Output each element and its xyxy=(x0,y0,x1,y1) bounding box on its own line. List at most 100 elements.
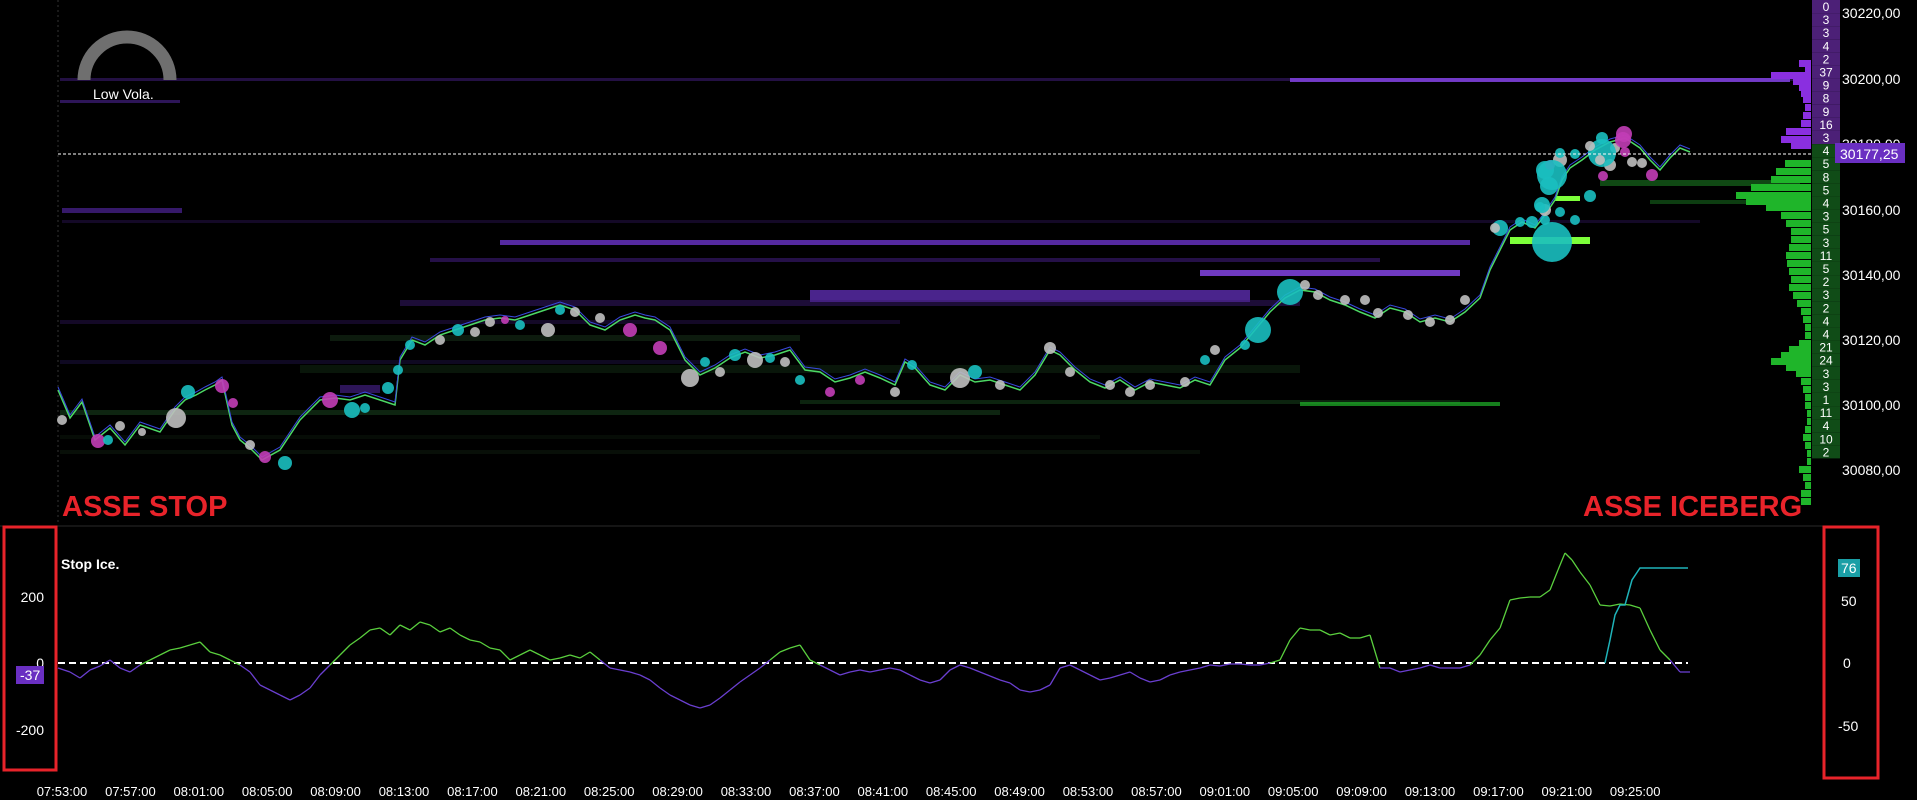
trade-bubble xyxy=(1180,377,1190,387)
heat-band xyxy=(400,300,1300,306)
depth-count-label: 1 xyxy=(1823,393,1830,407)
stop-line-segment xyxy=(619,669,631,673)
depth-bar xyxy=(1791,236,1811,243)
trade-bubble xyxy=(278,456,292,470)
heat-band xyxy=(300,365,1300,373)
stop-line-segment xyxy=(279,694,291,701)
trade-bubble xyxy=(653,341,667,355)
last-price-value: 30177,25 xyxy=(1840,146,1899,162)
trade-bubble xyxy=(1425,317,1435,327)
last-price-badge: 30177,25 xyxy=(1835,143,1905,163)
time-axis[interactable]: 07:53:00 07:57:00 08:01:00 08:05:00 08:09:00… xyxy=(37,784,1661,799)
stop-line-segment xyxy=(1499,599,1511,629)
main-price-panel[interactable]: Low Vola. ASSE STOP ASSE ICEBERG 0334237… xyxy=(0,0,1905,527)
price-tick-label: 30200,00 xyxy=(1842,71,1901,87)
stop-iceberg-panel[interactable]: Stop Ice. 200 0 -200 -37 76 50 0 -50 xyxy=(2,525,1880,780)
depth-count-label: 5 xyxy=(1823,157,1830,171)
depth-count-label: 8 xyxy=(1823,92,1830,106)
depth-bar xyxy=(1797,300,1811,307)
stop-line-segment xyxy=(129,664,141,673)
depth-bar xyxy=(1805,332,1811,339)
time-tick-label: 08:57:00 xyxy=(1131,784,1182,799)
stop-line-segment xyxy=(299,687,311,696)
trade-bubble xyxy=(1445,315,1455,325)
trade-bubble xyxy=(555,305,565,315)
depth-bar xyxy=(1801,308,1811,315)
stop-line-segment xyxy=(559,654,571,659)
trade-bubble xyxy=(1570,215,1580,225)
depth-bar xyxy=(1805,482,1811,489)
depth-bar xyxy=(1766,204,1811,211)
depth-count-labels: 0334237989163458543531152324421243311141… xyxy=(1812,0,1840,459)
stop-line-segment xyxy=(1299,627,1311,631)
time-tick-label: 08:29:00 xyxy=(652,784,703,799)
time-tick-label: 09:09:00 xyxy=(1336,784,1387,799)
stop-line-segment xyxy=(1289,627,1301,641)
volatility-gauge: Low Vola. xyxy=(77,30,177,102)
stop-line-segment xyxy=(189,641,201,646)
depth-bar xyxy=(1789,284,1811,291)
stop-line-segment xyxy=(1049,667,1061,686)
stop-line-segment xyxy=(1629,604,1641,609)
depth-count-label: 4 xyxy=(1823,197,1830,211)
stop-line-segment xyxy=(429,624,441,633)
stop-line-segment xyxy=(679,699,691,706)
stop-line-segment xyxy=(1389,667,1401,673)
depth-bar xyxy=(1791,228,1811,235)
stop-line-segment xyxy=(1539,589,1551,598)
trade-bubble xyxy=(1637,158,1647,168)
stop-line-segment xyxy=(1571,559,1581,573)
stop-line-segment xyxy=(369,627,381,631)
trade-bubble xyxy=(1646,169,1658,181)
trade-bubble xyxy=(1044,342,1056,354)
stop-line-segment xyxy=(649,679,661,689)
trade-bubble xyxy=(1537,160,1567,190)
depth-bar xyxy=(1807,450,1811,457)
stop-line-segment xyxy=(1479,639,1491,656)
depth-bar xyxy=(1781,136,1811,143)
trade-bubble xyxy=(344,402,360,418)
time-tick-label: 08:21:00 xyxy=(515,784,566,799)
trade-bubble xyxy=(747,352,763,368)
time-tick-label: 09:13:00 xyxy=(1405,784,1456,799)
price-axis[interactable]: 30220,0030200,0030180,0030160,0030140,00… xyxy=(1842,5,1901,478)
trade-bubble xyxy=(1373,308,1383,318)
heat-band xyxy=(330,335,800,341)
trade-bubble xyxy=(245,440,255,450)
time-tick-label: 07:53:00 xyxy=(37,784,88,799)
stop-line-segment xyxy=(269,689,281,696)
stop-line-segment xyxy=(959,664,971,669)
stop-line-segment xyxy=(439,627,451,633)
stop-line-segment xyxy=(659,687,671,696)
stop-line-segment xyxy=(1669,659,1681,673)
trade-bubble xyxy=(1555,148,1565,158)
price-tick-label: 30160,00 xyxy=(1842,202,1901,218)
time-tick-label: 08:37:00 xyxy=(789,784,840,799)
trade-bubble xyxy=(1535,202,1545,212)
stop-line-segment xyxy=(839,671,851,676)
stop-line-segment xyxy=(689,704,701,709)
trade-bubble xyxy=(1300,280,1310,290)
depth-count-label: 2 xyxy=(1823,52,1830,66)
depth-count-label: 5 xyxy=(1823,223,1830,237)
trade-bubble xyxy=(115,421,125,431)
annotation-asse-stop: ASSE STOP xyxy=(62,491,227,523)
stop-line-segment xyxy=(709,697,721,706)
stop-line-segment xyxy=(179,644,191,649)
stop-line-segment xyxy=(519,649,531,656)
trade-bubble xyxy=(623,323,637,337)
trade-bubble xyxy=(825,387,835,397)
trade-bubble xyxy=(485,317,495,327)
trade-bubble xyxy=(215,379,229,393)
trade-bubble xyxy=(1277,279,1303,305)
trade-bubble xyxy=(259,451,271,463)
stop-line-segment xyxy=(1099,677,1111,681)
stop-line-segment xyxy=(579,651,591,659)
stop-line-segment xyxy=(249,671,261,686)
trade-bubble xyxy=(393,365,403,375)
stop-line-segment xyxy=(1564,552,1573,561)
trade-bubble xyxy=(1200,355,1210,365)
stop-line-segment xyxy=(1339,632,1351,639)
stop-line-segment xyxy=(149,654,161,661)
heat-band xyxy=(62,220,1700,223)
